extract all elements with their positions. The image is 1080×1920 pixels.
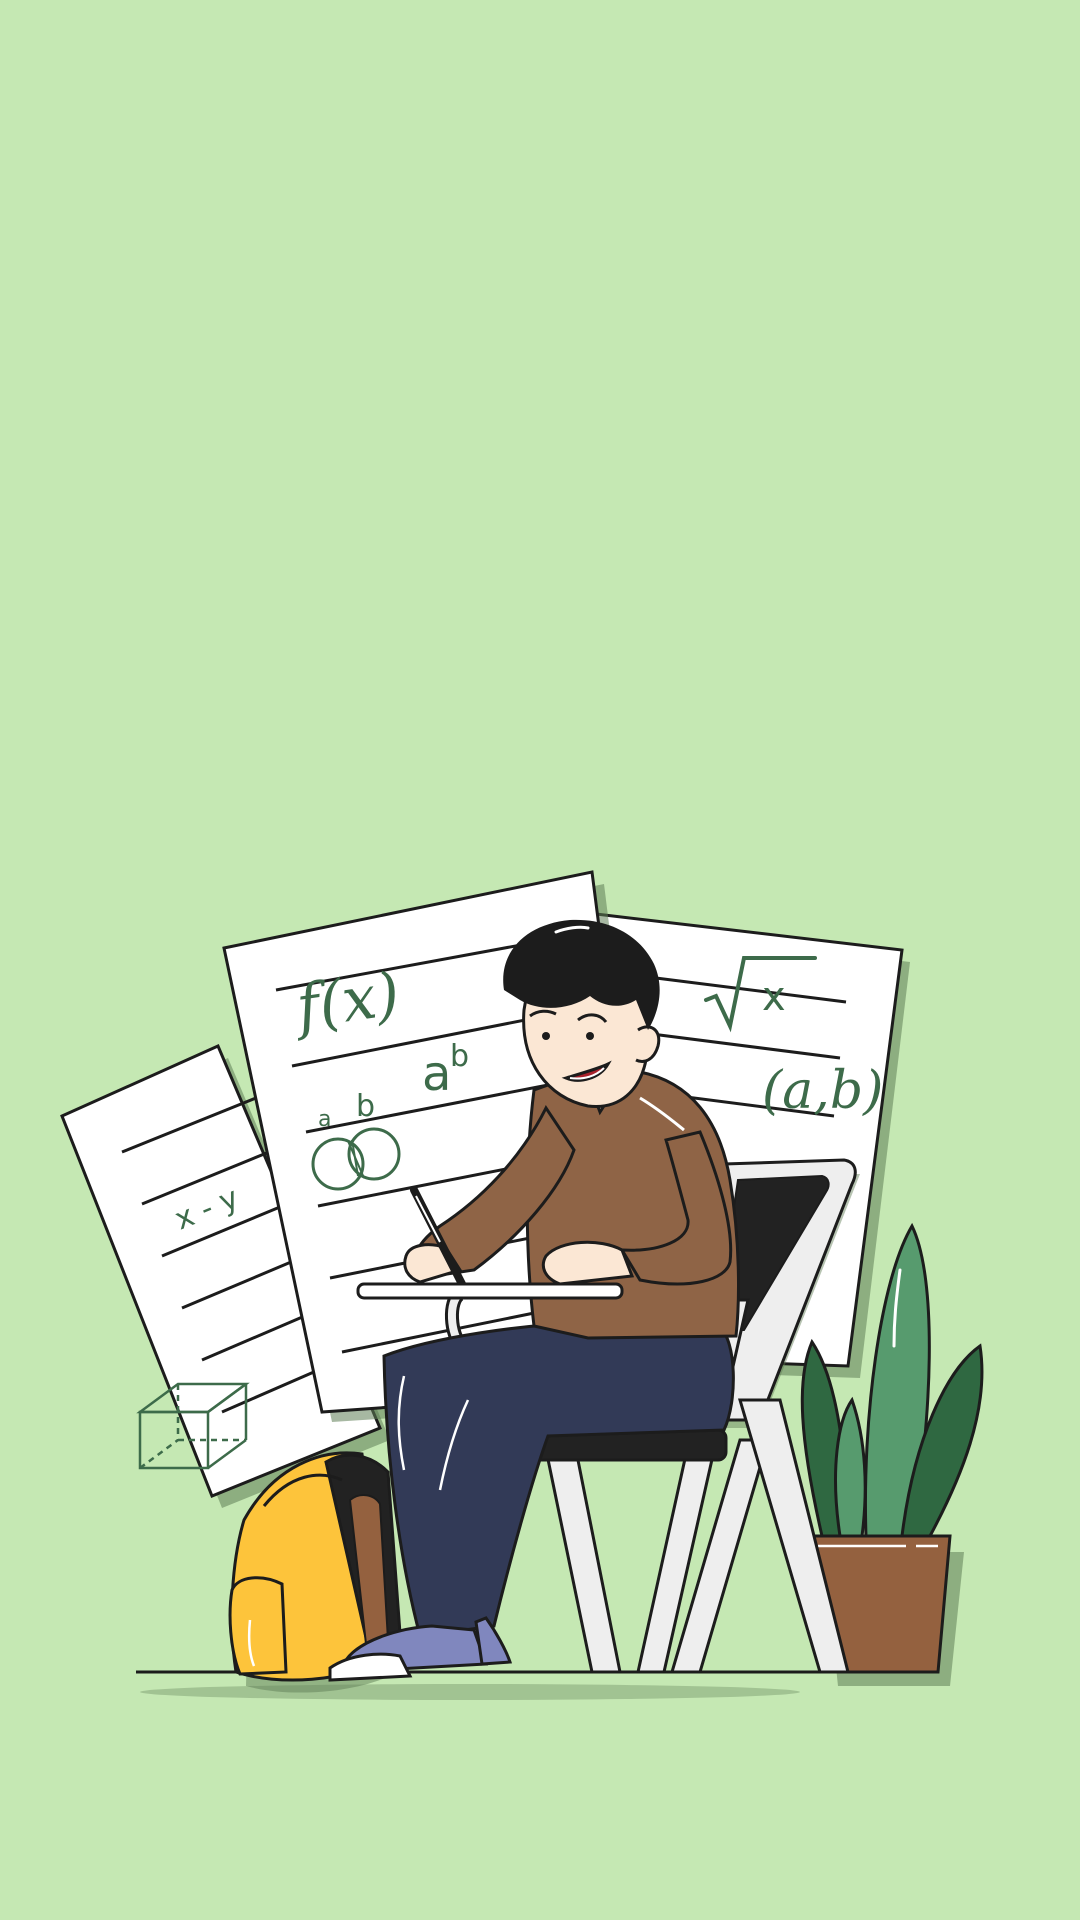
formula-sqrt: x — [762, 974, 786, 1020]
formula-pair: (a,b) — [762, 1061, 883, 1121]
formula-ab-base: a — [422, 1046, 451, 1102]
formula-fx: f(x) — [288, 959, 404, 1043]
formula-ab-exp: b — [450, 1039, 469, 1074]
venn-label-b: b — [356, 1089, 375, 1124]
illustration-scene: x - y x (a,b) f(x) a b a b — [60, 870, 984, 1700]
venn-label-a: a — [318, 1107, 331, 1132]
